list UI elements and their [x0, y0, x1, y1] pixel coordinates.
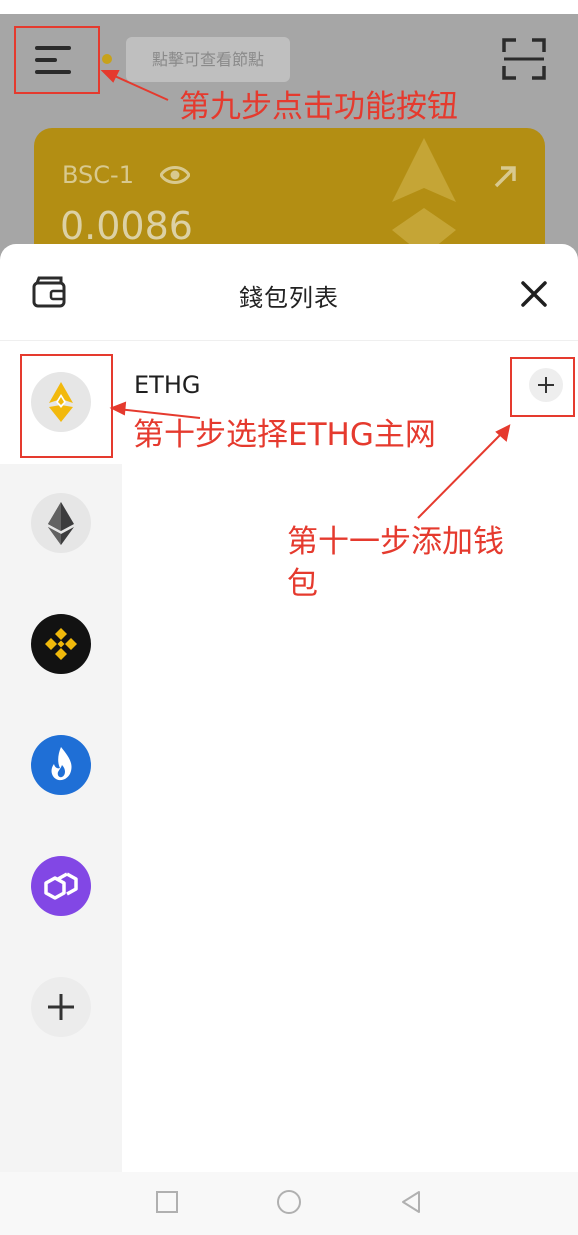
annotation-step11-line1: 第十一步添加钱: [287, 524, 504, 560]
status-bar: [0, 0, 578, 14]
annotation-step9: 第九步点击功能按钮: [179, 89, 458, 125]
sheet-header: 錢包列表: [0, 244, 578, 341]
annotation-step10: 第十步选择ETHG主网: [133, 417, 436, 453]
card-network-label: BSC-1: [62, 161, 134, 189]
system-nav-bar: [0, 1172, 578, 1235]
plus-icon: [48, 994, 74, 1020]
recent-apps-icon[interactable]: [155, 1190, 179, 1214]
sheet-title: 錢包列表: [239, 284, 339, 312]
add-chain-button[interactable]: [31, 977, 91, 1037]
annotation-step11-line2: 包: [287, 566, 318, 602]
card-balance: 0.0086: [60, 204, 193, 248]
close-icon[interactable]: [516, 276, 552, 312]
bnb-icon[interactable]: [31, 614, 91, 674]
scan-button[interactable]: [502, 38, 546, 80]
selected-chain-name: ETHG: [134, 371, 201, 399]
polygon-icon[interactable]: [31, 856, 91, 916]
node-tooltip: 點擊可查看節點: [126, 37, 290, 82]
annotation-box-menu: [14, 26, 100, 94]
annotation-box-add-wallet: [510, 357, 575, 417]
home-icon[interactable]: [276, 1190, 302, 1216]
scan-icon: [502, 38, 546, 80]
node-status-dot: [102, 54, 112, 64]
annotation-box-ethg: [20, 354, 113, 458]
arrow-up-right-icon[interactable]: [492, 164, 518, 190]
eye-icon[interactable]: [160, 164, 190, 186]
huobi-heco-icon[interactable]: [31, 735, 91, 795]
ethereum-icon[interactable]: [31, 493, 91, 553]
back-icon[interactable]: [399, 1190, 423, 1214]
